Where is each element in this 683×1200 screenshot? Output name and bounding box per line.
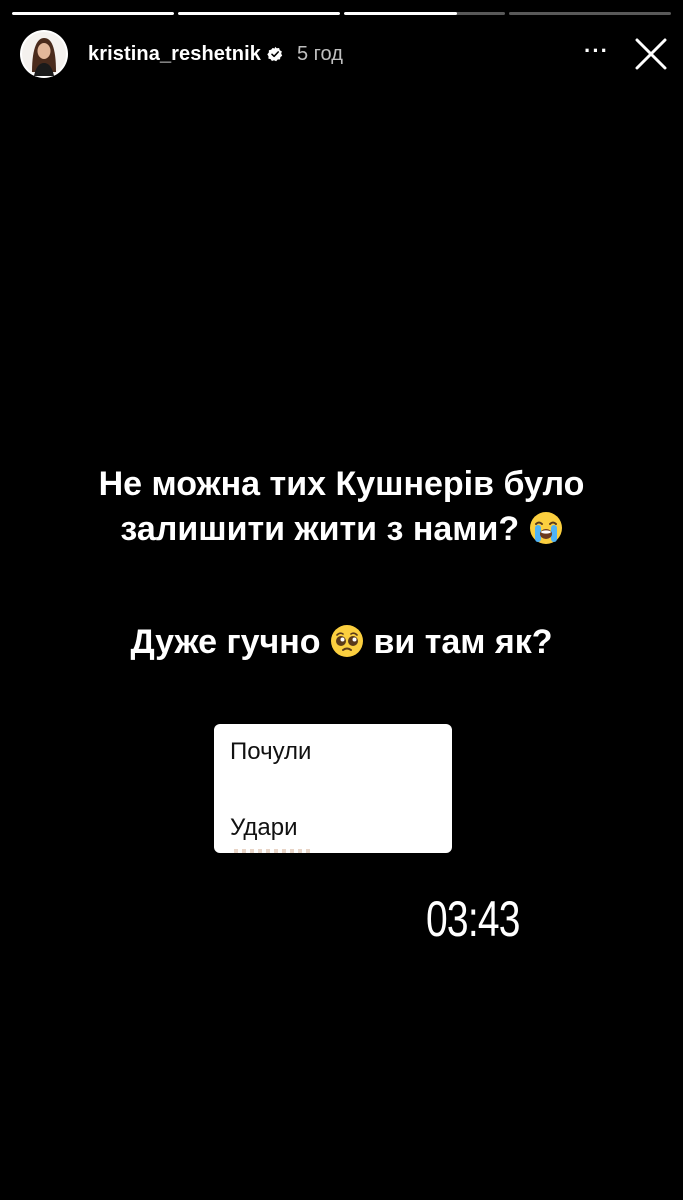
story-progress-bar [12,12,671,15]
story-text-2: залишити жити з нами? [120,510,520,548]
poll-decoration [234,849,314,853]
poll-option-1[interactable]: Почули [230,738,311,766]
avatar-image [22,32,66,76]
story-text-3a: Дуже гучно [130,623,321,661]
story-text-3b: ви там як? [373,623,553,661]
post-time: 5 год [297,42,343,65]
verified-badge-icon [267,46,283,62]
progress-segment-2 [177,12,340,15]
poll-sticker[interactable]: Почули Удари [214,724,452,853]
more-options-button[interactable]: ··· [584,40,609,68]
story-text-line-3: Дуже гучно ви там як? [0,620,683,664]
progress-segment-1 [12,12,174,15]
progress-segment-3 [343,12,506,15]
time-sticker: 03:43 [426,891,520,947]
progress-segment-4 [509,12,671,15]
close-button[interactable] [631,34,671,74]
pleading-face-icon [330,624,364,658]
loudly-crying-face-icon [529,511,563,545]
close-icon [635,38,667,70]
story-text-1: Не можна тих Кушнерів було [98,465,585,503]
poll-option-2[interactable]: Удари [230,814,297,842]
username[interactable]: kristina_reshetnik [88,43,261,66]
avatar[interactable] [20,30,68,78]
story-header: kristina_reshetnik 5 год ··· [20,28,671,80]
story-text-line-2: залишити жити з нами? [0,507,683,551]
story-text-line-1: Не можна тих Кушнерів було [0,462,683,506]
